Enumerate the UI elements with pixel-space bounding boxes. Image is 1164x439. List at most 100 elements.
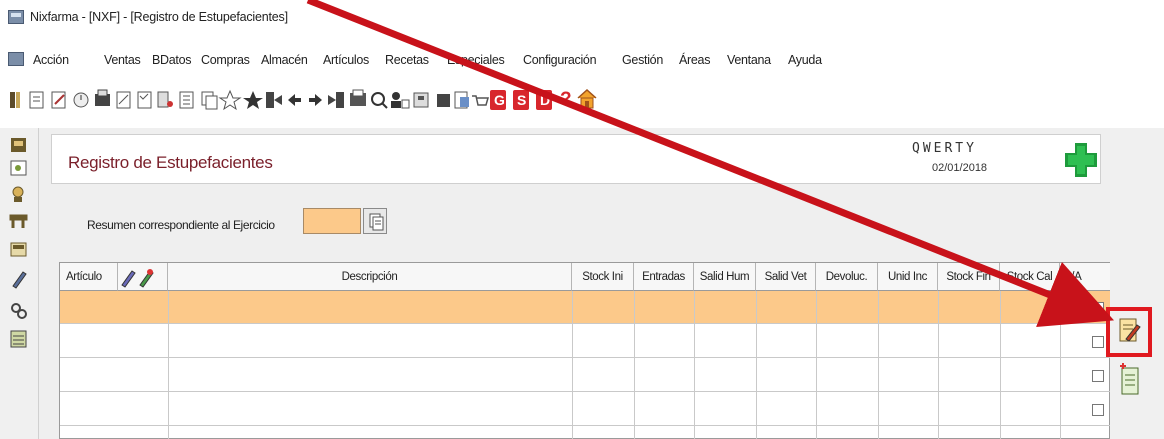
menu-gestion[interactable]: Gestión <box>622 53 663 67</box>
column-header-devoluc[interactable]: Devoluc. <box>816 263 878 291</box>
sidebar-box-icon[interactable] <box>10 242 27 257</box>
column-header-stock-ini[interactable]: Stock Ini <box>572 263 634 291</box>
menu-compras[interactable]: Compras <box>201 53 250 67</box>
sa-checkbox[interactable] <box>1092 370 1104 382</box>
column-header-sa[interactable]: S/A <box>1060 263 1111 291</box>
lookup-doc-icon <box>369 213 384 231</box>
column-divider <box>634 291 635 439</box>
table-row[interactable] <box>60 291 1111 324</box>
box-icon[interactable] <box>437 94 450 107</box>
ejercicio-input[interactable] <box>303 208 361 234</box>
sa-checkbox[interactable] <box>1092 404 1104 416</box>
sidebar-prescription-icon[interactable] <box>10 160 27 176</box>
star-icon[interactable] <box>243 91 263 109</box>
edit-doc-icon[interactable] <box>51 91 66 109</box>
column-header-entradas[interactable]: Entradas <box>634 263 694 291</box>
sheet-icon[interactable] <box>454 91 469 109</box>
window-title: Nixfarma - [NXF] - [Registro de Estupefa… <box>30 10 288 24</box>
column-header-icons <box>118 263 168 291</box>
column-divider <box>878 291 879 439</box>
note-icon[interactable] <box>116 91 131 109</box>
column-divider <box>168 291 169 439</box>
tag-icon[interactable] <box>413 92 429 108</box>
table-row[interactable] <box>60 393 1111 426</box>
menu-accion[interactable]: Acción <box>33 53 69 67</box>
g-button-label: G <box>494 92 505 108</box>
toolbar: G S D ? <box>0 78 1164 122</box>
sidebar-pen-icon[interactable] <box>12 271 27 289</box>
doc-icon[interactable] <box>29 91 44 109</box>
sidebar-cart-icon[interactable] <box>9 214 28 228</box>
user-name: QWERTY <box>912 141 977 156</box>
home-icon[interactable] <box>577 88 597 109</box>
menu-recetas[interactable]: Recetas <box>385 53 429 67</box>
arrow-right-icon[interactable] <box>309 94 322 106</box>
menu-bdatos[interactable]: BDatos <box>152 53 192 67</box>
report-icon[interactable] <box>179 91 194 109</box>
estupefacientes-table: Artículo Descripción Stock Ini Entradas … <box>59 262 1111 439</box>
ejercicio-label: Resumen correspondiente al Ejercicio <box>87 218 275 232</box>
menu-articulos[interactable]: Artículos <box>323 53 369 67</box>
app-icon <box>8 10 24 24</box>
cart-icon[interactable] <box>472 95 489 106</box>
sa-checkbox[interactable] <box>1092 336 1104 348</box>
menu-ventana[interactable]: Ventana <box>727 53 771 67</box>
pharmacy-cross-icon <box>1062 139 1100 181</box>
menu-areas[interactable]: Áreas <box>679 53 710 67</box>
back-doc-icon[interactable] <box>328 92 344 108</box>
help-button[interactable]: ? <box>560 89 572 111</box>
menu-ayuda[interactable]: Ayuda <box>788 53 822 67</box>
edit-pencil-icon[interactable] <box>121 270 136 288</box>
table-row[interactable] <box>60 325 1111 358</box>
column-divider <box>816 291 817 439</box>
sidebar-gears-icon[interactable] <box>11 303 27 319</box>
sidebar-customer-icon[interactable] <box>11 138 26 152</box>
window-menu-icon[interactable] <box>8 52 24 66</box>
current-date: 02/01/2018 <box>932 162 988 174</box>
menu-almacen[interactable]: Almacén <box>261 53 308 67</box>
column-divider <box>1000 291 1001 439</box>
printer-preview-icon[interactable] <box>350 89 366 106</box>
add-pencil-icon[interactable] <box>139 269 154 288</box>
page-header: Registro de Estupefacientes QWERTY 02/01… <box>51 134 1101 184</box>
sidebar-person-icon[interactable] <box>12 186 24 202</box>
ejercicio-lookup-button[interactable] <box>363 208 387 234</box>
sidebar-list-icon[interactable] <box>10 330 27 348</box>
menu-ventas[interactable]: Ventas <box>104 53 141 67</box>
column-divider <box>694 291 695 439</box>
arrow-left-icon[interactable] <box>288 94 301 106</box>
column-header-stock-fin[interactable]: Stock Fin <box>938 263 1000 291</box>
menu-especiales[interactable]: Especiales <box>447 53 505 67</box>
forward-doc-icon[interactable] <box>266 92 282 108</box>
star-outline-icon[interactable] <box>218 89 242 111</box>
column-header-salid-hum[interactable]: Salid Hum <box>694 263 756 291</box>
search-icon[interactable] <box>371 92 388 109</box>
add-line-button[interactable] <box>1118 362 1142 398</box>
d-button-label: D <box>540 92 551 108</box>
left-sidebar <box>0 128 38 439</box>
sa-checkbox[interactable] <box>1092 302 1104 314</box>
column-divider <box>572 291 573 439</box>
column-header-unid-inc[interactable]: Unid Inc <box>878 263 938 291</box>
column-header-salid-vet[interactable]: Salid Vet <box>756 263 816 291</box>
column-header-descripcion[interactable]: Descripción <box>168 263 572 291</box>
s-button-label: S <box>517 92 527 108</box>
menu-bar: Acción Ventas BDatos Compras Almacén Art… <box>0 43 1164 75</box>
title-bar: Nixfarma - [NXF] - [Registro de Estupefa… <box>0 0 1164 40</box>
menu-configuracion[interactable]: Configuración <box>523 53 597 67</box>
filter-icon[interactable] <box>157 91 173 108</box>
column-divider <box>938 291 939 439</box>
edit-record-button[interactable] <box>1110 311 1148 353</box>
column-header-articulo[interactable]: Artículo <box>60 263 118 291</box>
column-divider <box>756 291 757 439</box>
column-divider <box>1060 291 1061 439</box>
table-row[interactable] <box>60 359 1111 392</box>
page-title: Registro de Estupefacientes <box>68 153 273 172</box>
checklist-icon[interactable] <box>137 91 152 109</box>
printer-icon[interactable] <box>95 89 110 106</box>
column-header-stock-cal[interactable]: Stock Cal <box>1000 263 1060 291</box>
user-search-icon[interactable] <box>391 92 410 109</box>
toolbar-icon-1[interactable] <box>10 92 20 108</box>
clock-icon[interactable] <box>73 92 89 108</box>
copy-icon[interactable] <box>201 91 218 110</box>
